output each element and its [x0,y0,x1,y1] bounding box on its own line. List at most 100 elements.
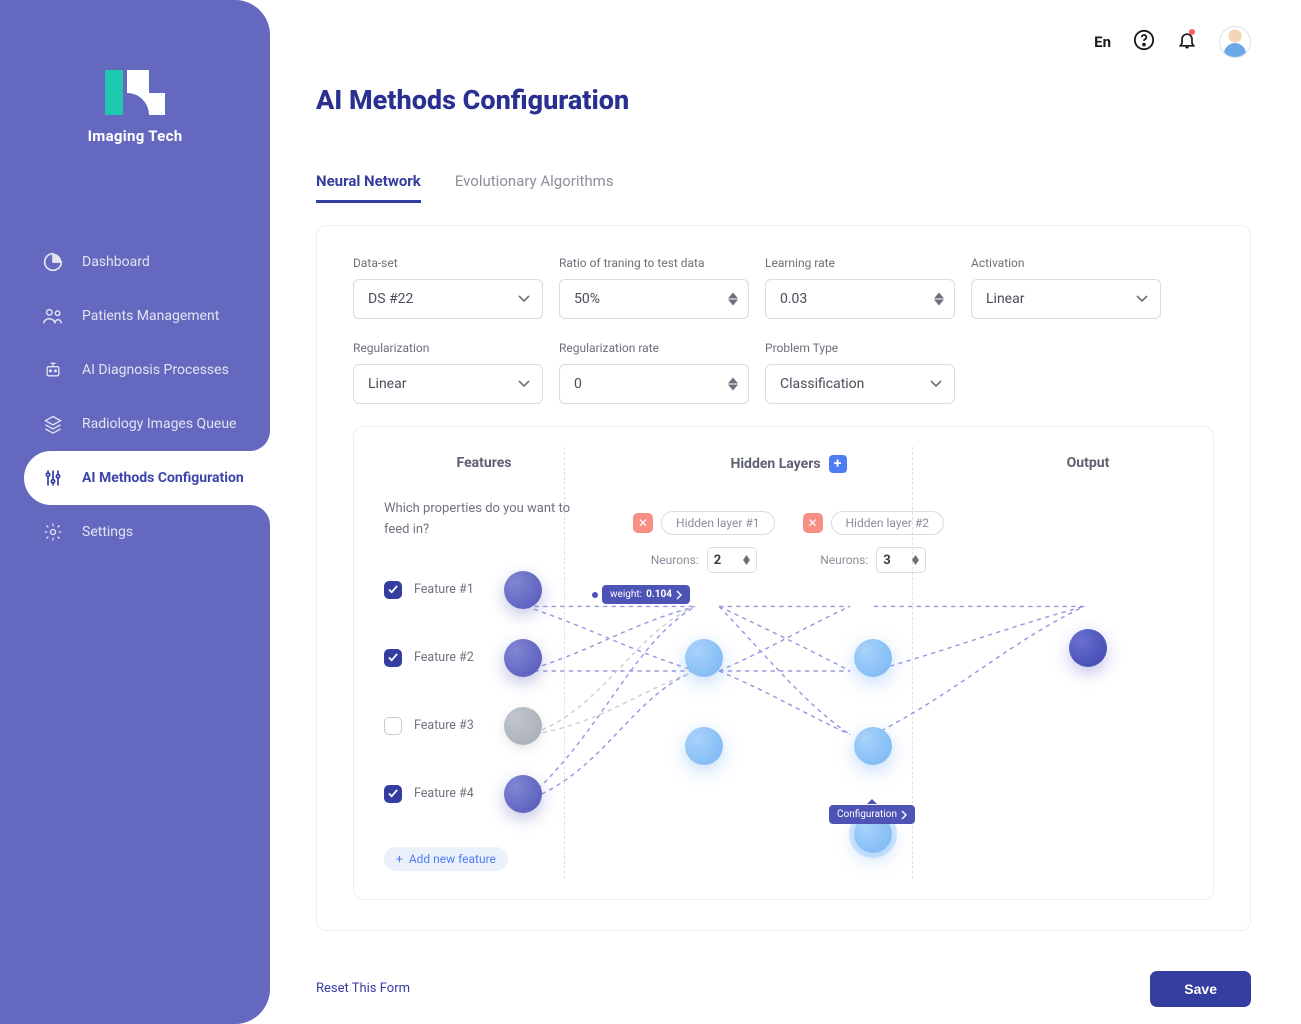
dataset-select[interactable]: DS #22 [353,279,543,319]
sidebar-item-label: Patients Management [82,308,219,324]
brand-name: Imaging Tech [0,127,270,145]
learning-rate-input[interactable]: 0.03 [765,279,955,319]
nav: Dashboard Patients Management AI Diagnos… [0,235,270,559]
neurons-value: 3 [883,553,890,568]
field-label: Regularization [353,341,543,355]
field-regularization: Regularization Linear [353,341,543,404]
config-card: Data-set DS #22 Ratio of traning to test… [316,225,1251,931]
feature-checkbox[interactable] [384,785,402,803]
avatar[interactable] [1219,26,1251,58]
hidden-layers-column: Hidden Layers + ✕ Hidden layer #1 Neuron… [584,455,993,853]
users-icon [42,305,64,327]
chevron-down-icon [518,376,530,392]
feature-node [504,707,542,745]
spinner-icon [912,555,919,565]
field-learning-rate: Learning rate 0.03 [765,256,955,319]
add-hidden-layer-button[interactable]: + [829,455,847,473]
activation-select[interactable]: Linear [971,279,1161,319]
neurons-stepper[interactable]: 3 [876,547,926,573]
problem-type-select[interactable]: Classification [765,364,955,404]
sidebar-item-label: Dashboard [82,254,150,270]
feature-label: Feature #3 [414,718,474,733]
ratio-input[interactable]: 50% [559,279,749,319]
output-column: Output [993,455,1183,667]
hidden-node[interactable] [854,639,892,677]
feature-row: Feature #1 [384,571,584,609]
field-label: Learning rate [765,256,955,270]
hidden-node[interactable] [685,639,723,677]
plus-icon: + [396,852,403,866]
topbar: En [316,0,1251,66]
form-footer: Reset This Form Save [316,971,1251,1007]
sidebar: Imaging Tech Dashboard Patients Manageme… [0,0,270,1024]
feature-label: Feature #2 [414,650,474,665]
save-button[interactable]: Save [1150,971,1251,1007]
neurons-label: Neurons: [651,553,699,567]
feature-checkbox[interactable] [384,717,402,735]
sidebar-item-ai-methods[interactable]: AI Methods Configuration [24,451,270,505]
sliders-icon [42,467,64,489]
brand-logo [105,70,165,115]
layers-icon [42,413,64,435]
field-label: Problem Type [765,341,955,355]
notification-dot [1189,29,1195,35]
tab-evolutionary-algorithms[interactable]: Evolutionary Algorithms [455,172,614,203]
gear-icon [42,521,64,543]
sidebar-item-radiology-queue[interactable]: Radiology Images Queue [0,397,270,451]
tab-neural-network[interactable]: Neural Network [316,172,421,203]
field-label: Data-set [353,256,543,270]
add-feature-button[interactable]: + Add new feature [384,847,508,871]
hidden-node[interactable] [854,727,892,765]
sidebar-item-ai-diagnosis[interactable]: AI Diagnosis Processes [0,343,270,397]
spinner-icon[interactable] [728,378,738,391]
field-value: Classification [780,376,864,392]
field-regularization-rate: Regularization rate 0 [559,341,749,404]
bell-icon[interactable] [1177,29,1197,55]
feature-node [504,775,542,813]
pie-chart-icon [42,251,64,273]
feature-node [504,639,542,677]
field-label: Ratio of traning to test data [559,256,749,270]
feature-checkbox[interactable] [384,581,402,599]
feature-row: Feature #4 [384,775,584,813]
sidebar-item-label: Radiology Images Queue [82,416,236,432]
sidebar-item-dashboard[interactable]: Dashboard [0,235,270,289]
tooltip-label: weight: [610,589,642,600]
field-problem-type: Problem Type Classification [765,341,955,404]
chevron-down-icon [930,376,942,392]
brand-block: Imaging Tech [0,70,270,145]
sidebar-item-label: AI Methods Configuration [82,470,244,486]
column-title: Features [384,455,584,471]
column-title: Hidden Layers [730,456,820,472]
sidebar-item-settings[interactable]: Settings [0,505,270,559]
reset-link[interactable]: Reset This Form [316,981,410,996]
delete-layer-button[interactable]: ✕ [803,513,823,533]
chevron-down-icon [1136,291,1148,307]
page-title: AI Methods Configuration [316,84,1251,116]
features-column: Features Which properties do you want to… [384,455,584,871]
delete-layer-button[interactable]: ✕ [633,513,653,533]
regularization-select[interactable]: Linear [353,364,543,404]
hidden-layer-name: Hidden layer #1 [661,511,774,535]
field-value: Linear [986,291,1024,307]
neurons-stepper[interactable]: 2 [707,547,757,573]
weight-tooltip[interactable]: weight: 0.104 [602,585,690,604]
tooltip-label: Configuration [837,809,897,820]
feature-row: Feature #2 [384,639,584,677]
feature-checkbox[interactable] [384,649,402,667]
language-selector[interactable]: En [1094,33,1111,51]
regularization-rate-input[interactable]: 0 [559,364,749,404]
spinner-icon[interactable] [934,293,944,306]
field-label: Activation [971,256,1161,270]
help-icon[interactable] [1133,29,1155,55]
hidden-node[interactable] [685,727,723,765]
configuration-tooltip[interactable]: Configuration [829,805,915,824]
neurons-value: 2 [714,553,721,568]
field-activation: Activation Linear [971,256,1161,319]
spinner-icon[interactable] [728,293,738,306]
add-feature-label: Add new feature [409,852,496,866]
neurons-label: Neurons: [820,553,868,567]
sidebar-item-patients[interactable]: Patients Management [0,289,270,343]
features-question: Which properties do you want to feed in? [384,499,584,541]
field-value: 0.03 [780,291,807,307]
